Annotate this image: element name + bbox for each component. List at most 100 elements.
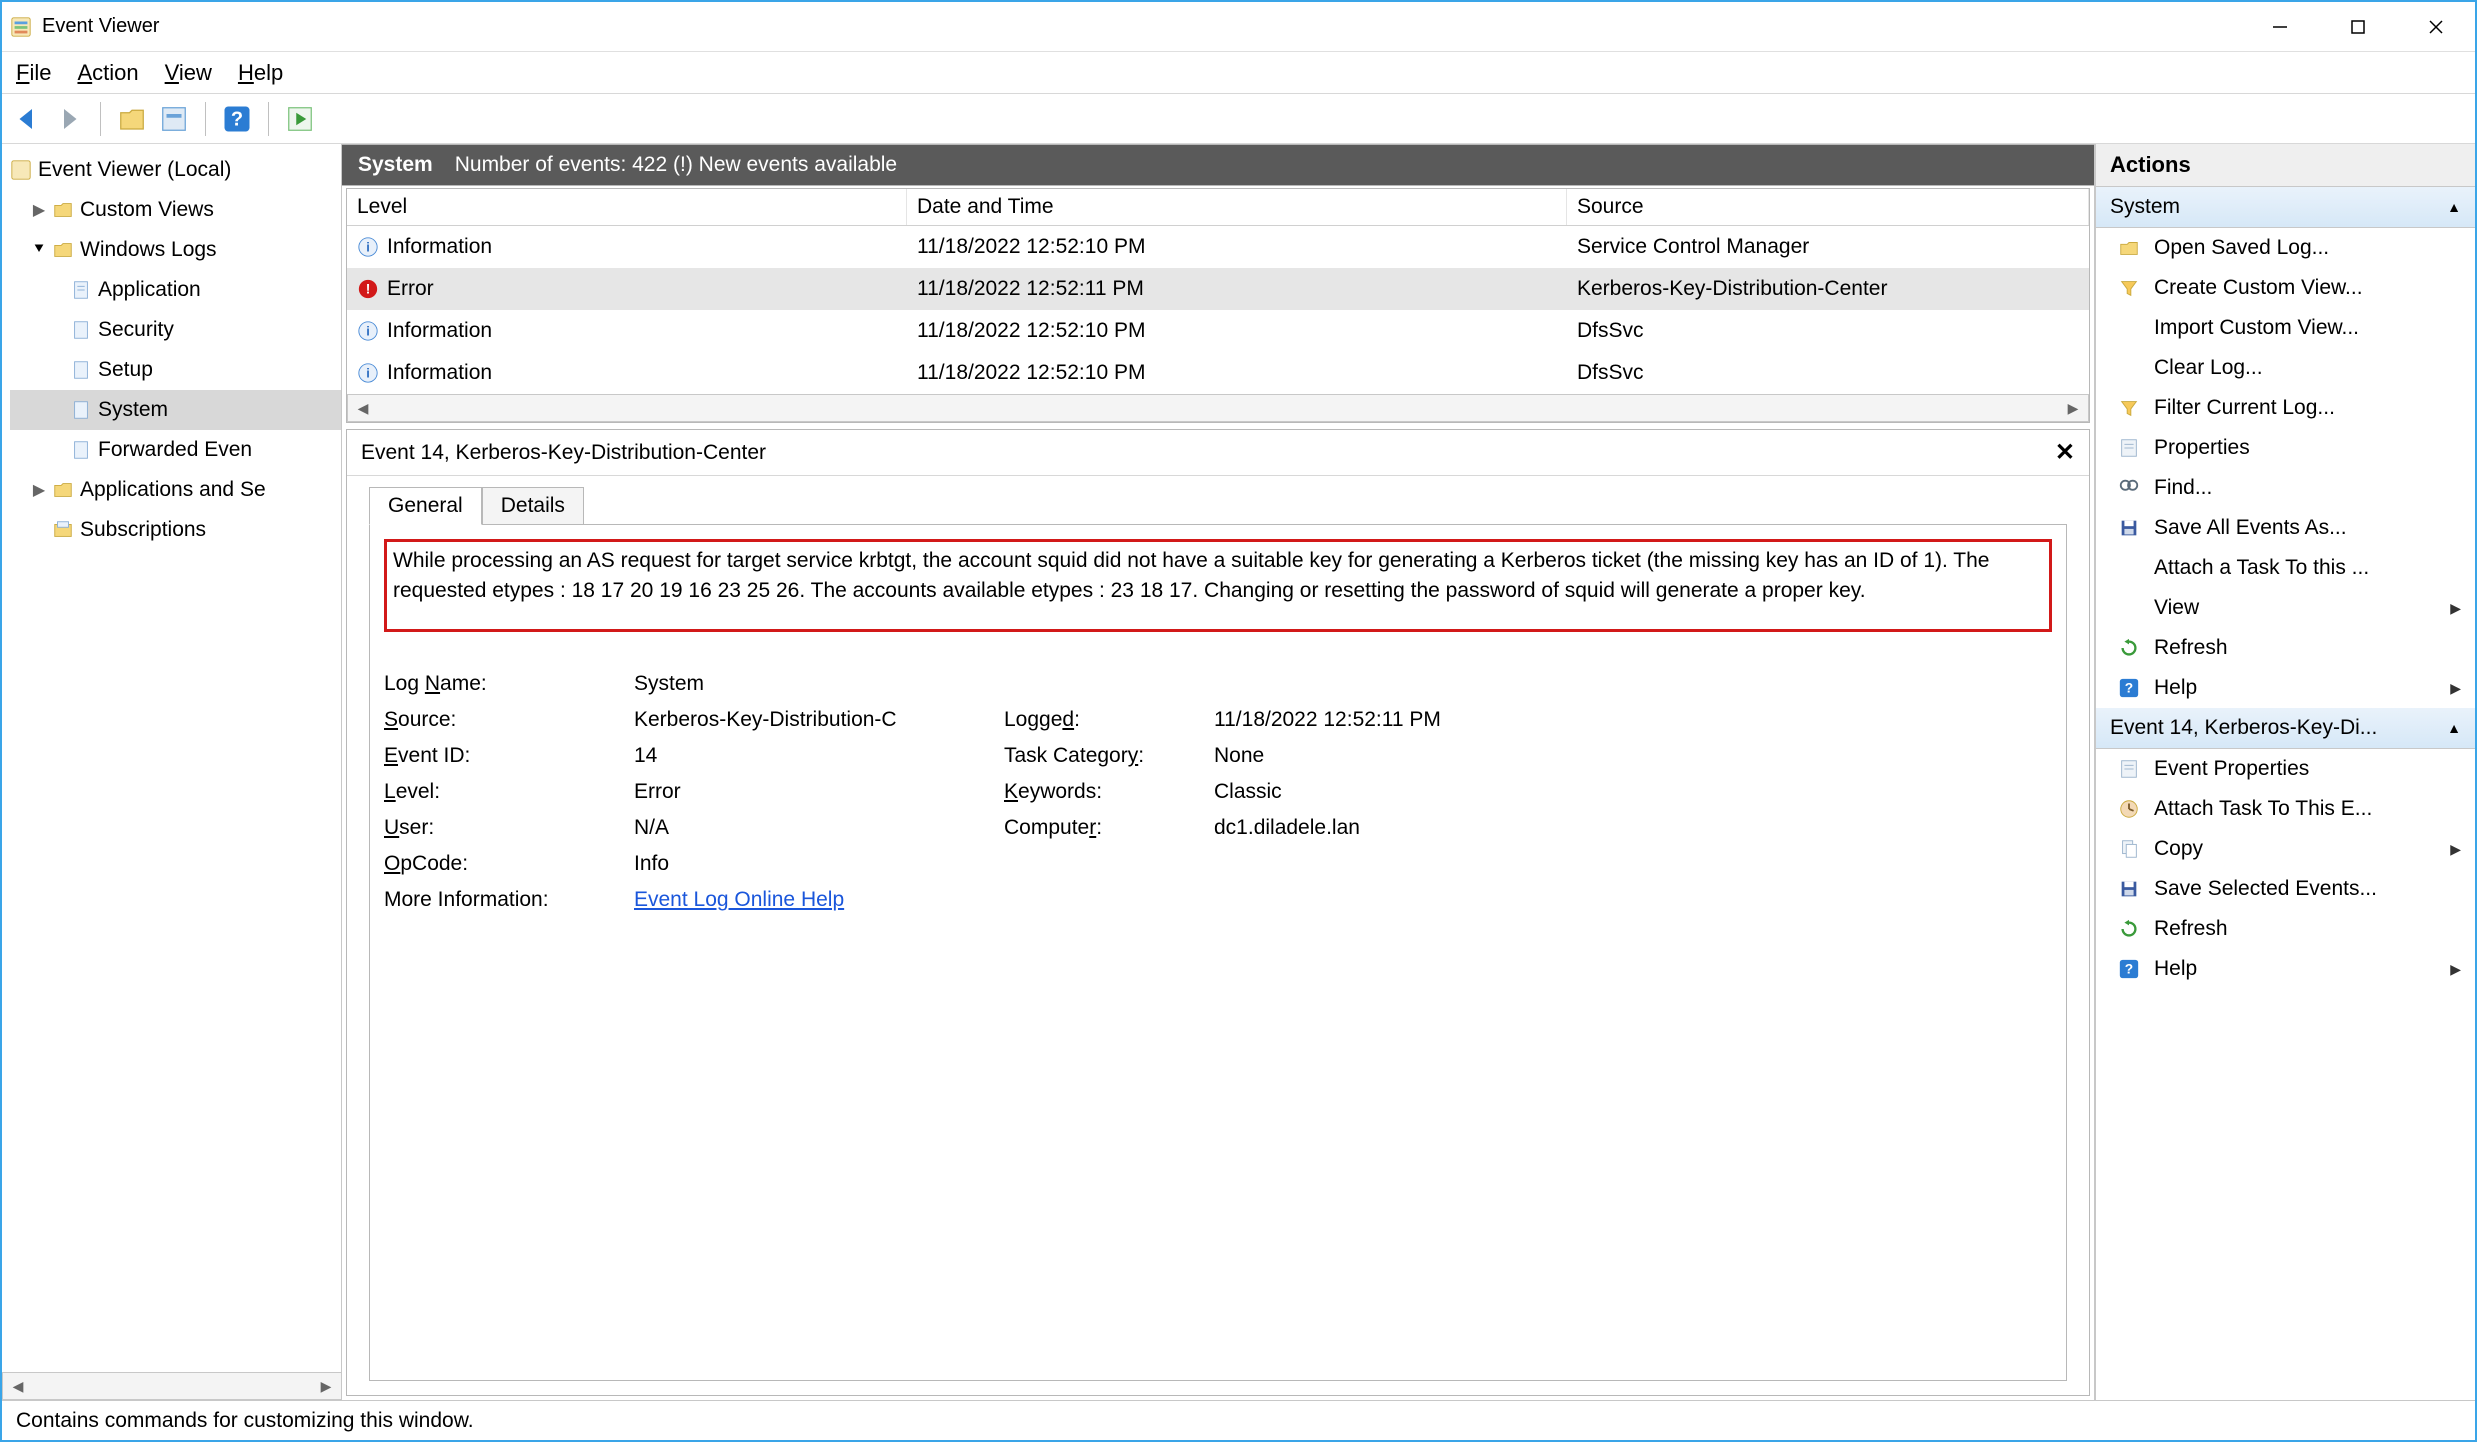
error-icon: ! bbox=[357, 278, 379, 300]
status-bar: Contains commands for customizing this w… bbox=[2, 1400, 2475, 1440]
action-open-saved-log[interactable]: Open Saved Log... bbox=[2096, 228, 2475, 268]
funnel-icon bbox=[2118, 277, 2140, 299]
back-button[interactable] bbox=[12, 104, 42, 134]
action-pane-toggle-button[interactable] bbox=[285, 104, 315, 134]
tree-custom-views[interactable]: ▶ Custom Views bbox=[10, 190, 341, 230]
log-icon bbox=[70, 279, 92, 301]
svg-text:?: ? bbox=[2125, 962, 2133, 977]
tree-root[interactable]: Event Viewer (Local) bbox=[10, 150, 341, 190]
action-properties[interactable]: Properties bbox=[2096, 428, 2475, 468]
action-save-all-events[interactable]: Save All Events As... bbox=[2096, 508, 2475, 548]
svg-text:?: ? bbox=[231, 108, 243, 130]
action-label: Find... bbox=[2154, 476, 2212, 500]
col-datetime[interactable]: Date and Time bbox=[907, 189, 1567, 225]
props-icon bbox=[2118, 437, 2140, 459]
action-copy[interactable]: Copy▶ bbox=[2096, 829, 2475, 869]
maximize-button[interactable] bbox=[2319, 2, 2397, 51]
caret-down-icon: ⯆ bbox=[32, 241, 46, 259]
message-highlight: While processing an AS request for targe… bbox=[384, 539, 2052, 632]
action-help1[interactable]: ?Help▶ bbox=[2096, 668, 2475, 708]
tree-log-system[interactable]: System bbox=[10, 390, 341, 430]
nav-horizontal-scrollbar[interactable]: ◀▶ bbox=[2, 1372, 342, 1400]
tree-log-forwarded[interactable]: Forwarded Even bbox=[10, 430, 341, 470]
menu-view[interactable]: View bbox=[165, 60, 212, 86]
action-attach-task-event[interactable]: Attach Task To This E... bbox=[2096, 789, 2475, 829]
action-filter-current-log[interactable]: Filter Current Log... bbox=[2096, 388, 2475, 428]
action-find[interactable]: Find... bbox=[2096, 468, 2475, 508]
action-create-custom-view[interactable]: Create Custom View... bbox=[2096, 268, 2475, 308]
tree-log-security[interactable]: Security bbox=[10, 310, 341, 350]
action-refresh2[interactable]: Refresh bbox=[2096, 909, 2475, 949]
col-source[interactable]: Source bbox=[1567, 189, 2089, 225]
prop-taskcat-label: Task Category: bbox=[1004, 744, 1204, 768]
event-message: While processing an AS request for targe… bbox=[393, 546, 2043, 607]
collapse-icon: ▲ bbox=[2447, 199, 2461, 215]
window-controls bbox=[2241, 2, 2475, 51]
tree-subscriptions[interactable]: Subscriptions bbox=[10, 510, 341, 550]
table-row[interactable]: iInformation11/18/2022 12:52:10 PMDfsSvc bbox=[347, 310, 2089, 352]
cell-datetime: 11/18/2022 12:52:10 PM bbox=[917, 361, 1145, 385]
col-level[interactable]: Level bbox=[347, 189, 907, 225]
menu-action[interactable]: Action bbox=[77, 60, 138, 86]
grid-h-scrollbar[interactable]: ◀▶ bbox=[347, 394, 2089, 422]
actions-group-system[interactable]: System ▲ bbox=[2096, 187, 2475, 228]
tab-details[interactable]: Details bbox=[482, 487, 584, 525]
svg-text:?: ? bbox=[2125, 681, 2133, 696]
action-refresh1[interactable]: Refresh bbox=[2096, 628, 2475, 668]
tree-apps-services[interactable]: ▶ Applications and Se bbox=[10, 470, 341, 510]
table-row[interactable]: !Error11/18/2022 12:52:11 PMKerberos-Key… bbox=[347, 268, 2089, 310]
table-row[interactable]: iInformation11/18/2022 12:52:10 PMServic… bbox=[347, 226, 2089, 268]
menu-file[interactable]: File bbox=[16, 60, 51, 86]
close-detail-button[interactable]: ✕ bbox=[2055, 438, 2075, 467]
tab-general[interactable]: General bbox=[369, 487, 482, 525]
tree-windows-logs[interactable]: ⯆ Windows Logs bbox=[10, 230, 341, 270]
nav-tree[interactable]: Event Viewer (Local) ▶ Custom Views ⯆ Wi… bbox=[2, 144, 342, 1372]
prop-user-label: User: bbox=[384, 816, 624, 840]
folder-icon bbox=[52, 479, 74, 501]
properties-toolbar-button[interactable] bbox=[159, 104, 189, 134]
blank-icon bbox=[2118, 317, 2140, 339]
action-import-custom-view[interactable]: Import Custom View... bbox=[2096, 308, 2475, 348]
action-clear-log[interactable]: Clear Log... bbox=[2096, 348, 2475, 388]
action-label: Refresh bbox=[2154, 917, 2228, 941]
refresh-icon bbox=[2118, 637, 2140, 659]
grid-header: Level Date and Time Source bbox=[347, 189, 2089, 226]
forward-button[interactable] bbox=[54, 104, 84, 134]
detail-title-bar: Event 14, Kerberos-Key-Distribution-Cent… bbox=[347, 430, 2089, 476]
actions-group-event[interactable]: Event 14, Kerberos-Key-Di... ▲ bbox=[2096, 708, 2475, 749]
help-toolbar-button[interactable]: ? bbox=[222, 104, 252, 134]
action-view[interactable]: View▶ bbox=[2096, 588, 2475, 628]
caret-right-icon: ▶ bbox=[32, 480, 46, 500]
action-label: View bbox=[2154, 596, 2199, 620]
prop-computer-label: Computer: bbox=[1004, 816, 1204, 840]
table-row[interactable]: iInformation11/18/2022 12:52:10 PMDfsSvc bbox=[347, 352, 2089, 394]
action-attach-task-log[interactable]: Attach a Task To this ... bbox=[2096, 548, 2475, 588]
action-label: Copy bbox=[2154, 837, 2203, 861]
more-info-link[interactable]: Event Log Online Help bbox=[634, 888, 844, 911]
cell-level: Error bbox=[387, 277, 434, 301]
action-label: Save All Events As... bbox=[2154, 516, 2347, 540]
action-event-properties[interactable]: Event Properties bbox=[2096, 749, 2475, 789]
cell-level: Information bbox=[387, 319, 492, 343]
tree-log-setup[interactable]: Setup bbox=[10, 350, 341, 390]
action-label: Attach a Task To this ... bbox=[2154, 556, 2369, 580]
prop-eventid-value: 14 bbox=[634, 744, 994, 768]
prop-user-value: N/A bbox=[634, 816, 994, 840]
folder-icon bbox=[52, 199, 74, 221]
svg-text:i: i bbox=[366, 240, 370, 255]
titlebar: Event Viewer bbox=[2, 2, 2475, 52]
prop-logged-value: 11/18/2022 12:52:11 PM bbox=[1214, 708, 2052, 732]
action-help2[interactable]: ?Help▶ bbox=[2096, 949, 2475, 989]
close-button[interactable] bbox=[2397, 2, 2475, 51]
menu-help[interactable]: Help bbox=[238, 60, 283, 86]
prop-source-label: Source: bbox=[384, 708, 624, 732]
actions-list-1: Open Saved Log...Create Custom View...Im… bbox=[2096, 228, 2475, 708]
grid-rows[interactable]: iInformation11/18/2022 12:52:10 PMServic… bbox=[347, 226, 2089, 394]
minimize-button[interactable] bbox=[2241, 2, 2319, 51]
show-hide-tree-button[interactable] bbox=[117, 104, 147, 134]
tree-log-application[interactable]: Application bbox=[10, 270, 341, 310]
copy-icon bbox=[2118, 838, 2140, 860]
action-label: Event Properties bbox=[2154, 757, 2309, 781]
action-save-selected[interactable]: Save Selected Events... bbox=[2096, 869, 2475, 909]
event-properties-grid: Log Name: System Source: Kerberos-Key-Di… bbox=[384, 672, 2052, 912]
